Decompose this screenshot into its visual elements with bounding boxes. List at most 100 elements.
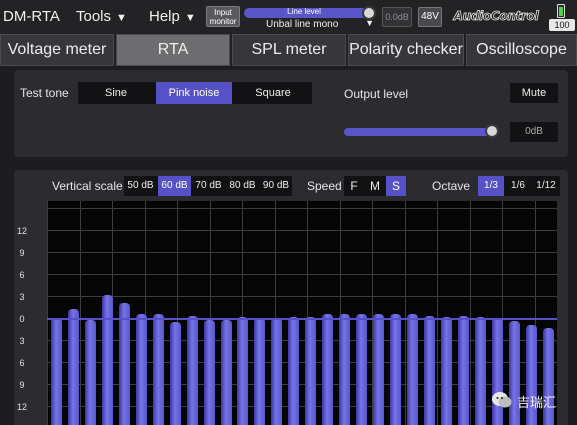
tab-spl-meter[interactable]: SPL meter xyxy=(232,34,346,66)
input-mode-select[interactable]: Unbal line mono ▼ xyxy=(246,18,376,32)
watermark-text: 吉瑞汇 xyxy=(517,395,557,410)
rta-bar xyxy=(424,316,435,425)
tab-polarity-checker[interactable]: Polarity checker xyxy=(348,34,464,66)
rta-bar xyxy=(170,322,181,425)
line-level-label: Line level xyxy=(287,7,321,16)
app-title: DM-RTA xyxy=(3,8,60,25)
y-tick-label: 0 xyxy=(19,314,25,324)
grid-line xyxy=(405,201,406,425)
grid-line xyxy=(437,201,438,425)
rta-bar xyxy=(390,314,401,425)
y-tick-label: 6 xyxy=(19,270,25,280)
rta-bar xyxy=(68,309,79,425)
test-tone-panel: Test tone Sine Pink noise Square Output … xyxy=(14,70,568,157)
chat-bubble-icon xyxy=(492,392,512,408)
scale-50db-button[interactable]: 50 dB xyxy=(124,176,157,196)
output-level-slider-knob[interactable] xyxy=(485,124,499,138)
mute-button[interactable]: Mute xyxy=(510,83,558,103)
tab-bar: Voltage meter RTA SPL meter Polarity che… xyxy=(0,34,577,66)
input-gain-readout: 0.0dB xyxy=(382,7,412,27)
tone-sine-button[interactable]: Sine xyxy=(78,82,154,104)
rta-bar xyxy=(136,314,147,425)
test-tone-selector: Sine Pink noise Square xyxy=(78,82,312,104)
output-level-slider[interactable] xyxy=(344,128,494,136)
tab-rta[interactable]: RTA xyxy=(116,34,230,66)
rta-bar xyxy=(237,317,248,425)
rta-bar xyxy=(339,314,350,425)
rta-bar xyxy=(187,316,198,425)
y-tick-label: 12 xyxy=(16,402,27,412)
rta-bar xyxy=(271,318,282,425)
help-menu[interactable]: Help ▼ xyxy=(149,8,196,25)
audiocontrol-logo: AudioControl xyxy=(453,9,539,24)
rta-bar xyxy=(288,317,299,425)
rta-bar xyxy=(441,317,452,425)
vertical-scale-label: Vertical scale xyxy=(52,179,123,193)
rta-bar xyxy=(407,314,418,425)
speed-slow-button[interactable]: S xyxy=(386,176,406,196)
rta-bar xyxy=(204,320,215,425)
help-menu-label: Help xyxy=(149,8,180,25)
grid-line xyxy=(470,201,471,425)
grid-line xyxy=(47,296,557,297)
battery-readout: 100 xyxy=(549,19,575,31)
y-tick-label: 3 xyxy=(19,292,25,302)
rta-bar xyxy=(153,314,164,425)
tone-square-button[interactable]: Square xyxy=(234,82,312,104)
output-level-label: Output level xyxy=(344,87,409,101)
rta-bar xyxy=(254,318,265,425)
tools-menu[interactable]: Tools ▼ xyxy=(76,8,127,25)
line-level-slider[interactable]: Line level xyxy=(244,7,374,18)
output-level-readout: 0dB xyxy=(510,122,558,142)
phantom-power-button[interactable]: 48V xyxy=(418,7,442,27)
y-tick-label: 6 xyxy=(19,358,25,368)
speed-fast-button[interactable]: F xyxy=(344,176,364,196)
tab-voltage-meter[interactable]: Voltage meter xyxy=(0,34,114,66)
rta-bar xyxy=(458,316,469,425)
input-monitor-button[interactable]: Input monitor xyxy=(206,6,240,27)
speed-medium-button[interactable]: M xyxy=(365,176,385,196)
octave-sixth-button[interactable]: 1/6 xyxy=(505,176,531,196)
scale-70db-button[interactable]: 70 dB xyxy=(192,176,225,196)
scale-90db-button[interactable]: 90 dB xyxy=(260,176,292,196)
zero-db-line xyxy=(47,318,557,320)
rta-bar xyxy=(51,318,62,425)
tone-pink-noise-button[interactable]: Pink noise xyxy=(156,82,232,104)
chevron-down-icon: ▼ xyxy=(365,18,374,28)
octave-label: Octave xyxy=(432,179,471,193)
grid-line xyxy=(47,252,557,253)
menubar: DM-RTA Tools ▼ Help ▼ Input monitor Line l… xyxy=(0,0,577,34)
grid-line xyxy=(47,201,48,425)
tab-oscilloscope[interactable]: Oscilloscope xyxy=(466,34,577,66)
scale-80db-button[interactable]: 80 dB xyxy=(226,176,259,196)
y-tick-label: 3 xyxy=(19,336,25,346)
rta-bar xyxy=(322,314,333,425)
vertical-scale-selector: 50 dB 60 dB 70 dB 80 dB 90 dB xyxy=(124,176,292,196)
y-tick-label: 9 xyxy=(19,380,25,390)
speed-selector: F M S xyxy=(344,176,406,196)
test-tone-label: Test tone xyxy=(20,86,69,100)
rta-bar xyxy=(373,314,384,425)
y-tick-label: 12 xyxy=(16,226,27,236)
grid-line xyxy=(47,230,557,231)
scale-60db-button[interactable]: 60 dB xyxy=(158,176,191,196)
grid-line xyxy=(80,201,81,425)
battery-icon xyxy=(557,4,565,18)
speed-label: Speed xyxy=(307,179,342,193)
chevron-down-icon: ▼ xyxy=(184,12,196,24)
rta-bar xyxy=(356,314,367,425)
octave-selector: 1/3 1/6 1/12 xyxy=(478,176,560,196)
grid-line xyxy=(47,274,557,275)
rta-bar xyxy=(305,317,316,425)
chevron-down-icon: ▼ xyxy=(116,12,127,24)
octave-twelfth-button[interactable]: 1/12 xyxy=(532,176,560,196)
grid-line xyxy=(47,208,557,209)
input-mode-value: Unbal line mono xyxy=(266,19,339,30)
octave-third-button[interactable]: 1/3 xyxy=(478,176,504,196)
y-tick-label: 9 xyxy=(19,248,25,258)
rta-bar xyxy=(119,303,130,425)
rta-plot xyxy=(47,201,557,425)
rta-bar xyxy=(102,295,113,425)
tools-menu-label: Tools xyxy=(76,8,112,25)
rta-bar xyxy=(221,320,232,425)
